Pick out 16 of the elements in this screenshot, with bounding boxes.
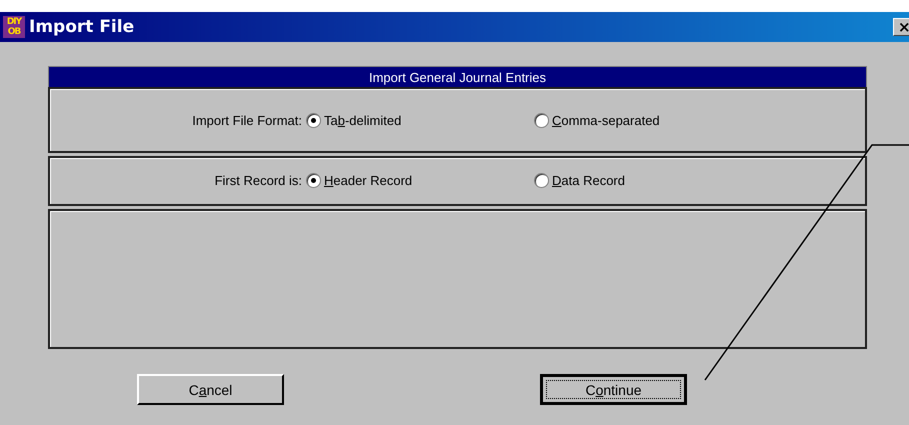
app-logo-icon: DIY OB [3,16,25,38]
radio-button[interactable] [534,172,549,188]
window-title: Import File [29,17,136,37]
radio-label[interactable]: Header Record [324,172,412,188]
radio-button[interactable] [306,172,321,188]
radio-button[interactable] [306,112,321,128]
panel-header: Import General Journal Entries [48,66,867,87]
continue-button[interactable]: Continue [540,374,687,405]
radio-label[interactable]: Comma-separated [552,112,660,128]
field-label: First Record is: [214,172,303,188]
radio-label[interactable]: Data Record [552,172,625,188]
radio-button[interactable] [534,112,549,128]
field-label: Import File Format: [191,112,303,128]
cancel-button[interactable]: Cancel [137,374,284,405]
close-button[interactable]: × [893,18,909,36]
radio-label[interactable]: Tab-delimited [324,112,402,128]
